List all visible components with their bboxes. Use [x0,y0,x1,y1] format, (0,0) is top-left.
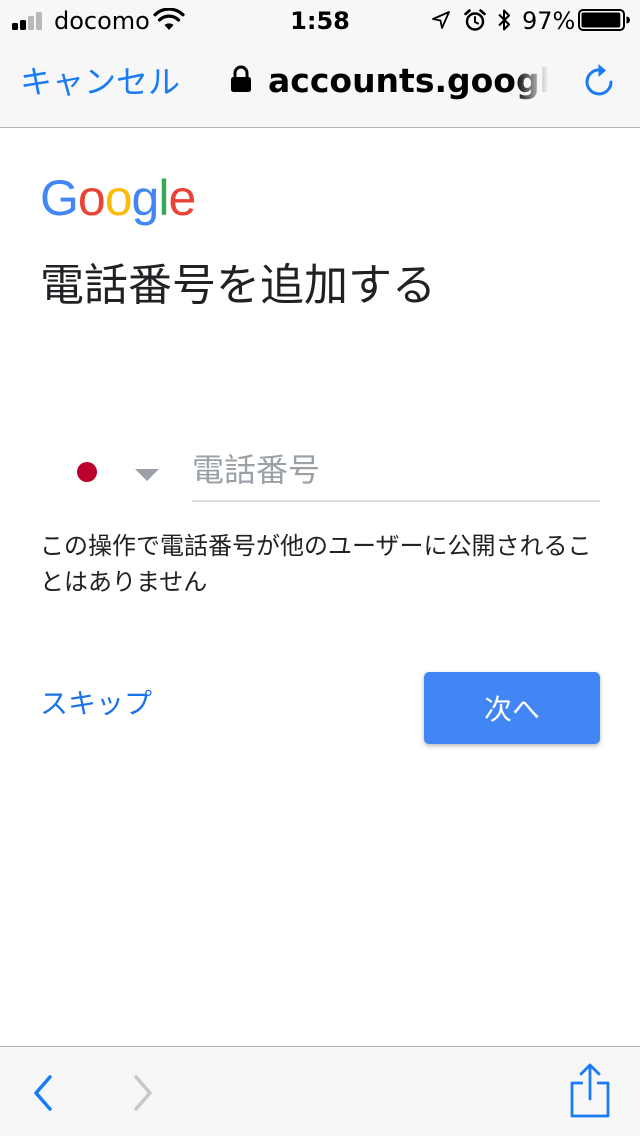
logo-letter: o [104,170,133,226]
battery-fill [581,12,621,28]
alarm-icon [464,9,486,31]
logo-letter: G [40,170,79,226]
logo-letter: e [168,170,196,226]
url-field[interactable]: accounts.google.com [268,60,548,102]
status-bar: docomo 1:58 97% [0,0,640,40]
logo-letter: o [77,170,106,226]
next-button[interactable]: 次へ [424,672,600,744]
page-title: 電話番号を追加する [40,260,436,311]
browser-bottom-toolbar [0,1046,640,1136]
forward-icon [134,1075,152,1111]
caret-down-icon [135,469,159,481]
cancel-button[interactable]: キャンセル [20,62,180,102]
browser-top-bar: docomo 1:58 97% キャンセル accounts.googl [0,0,640,128]
battery-percent: 97% [522,7,576,35]
logo-letter: l [158,170,169,226]
location-icon [432,11,450,29]
skip-button[interactable]: スキップ [40,686,152,722]
privacy-note: この操作で電話番号が他のユーザーに公開されることはありません [40,532,592,596]
bluetooth-icon [498,9,510,31]
country-code-select[interactable] [60,440,180,504]
address-bar-row: キャンセル accounts.google.com [0,40,640,128]
logo-letter: g [131,170,160,226]
back-icon[interactable] [26,1073,62,1113]
share-icon[interactable] [568,1063,612,1119]
google-logo: Google [40,168,196,228]
reload-icon[interactable] [582,60,618,100]
phone-number-input[interactable] [192,440,600,502]
lock-icon [231,65,251,92]
battery-icon [578,9,630,31]
japan-flag-icon [77,462,97,482]
